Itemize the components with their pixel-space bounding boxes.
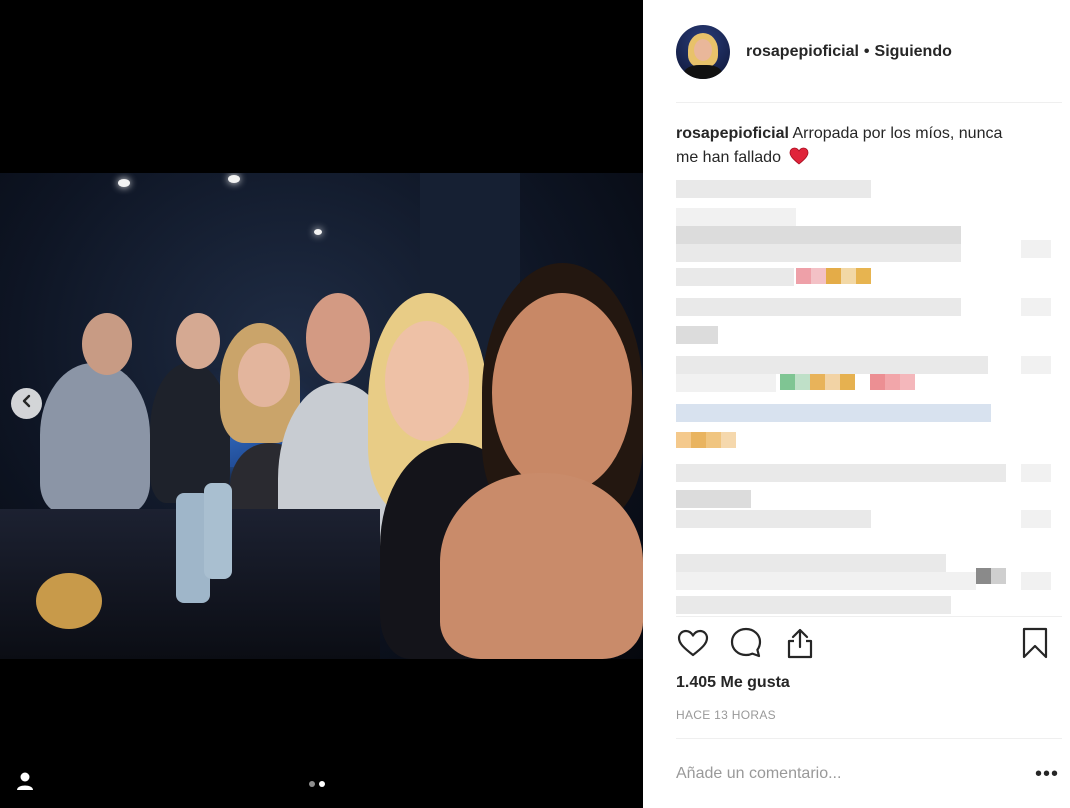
like-button[interactable]: [676, 628, 710, 662]
save-button[interactable]: [1018, 626, 1052, 665]
photo-person: [150, 363, 230, 503]
post-header: rosapepioficial • Siguiendo: [676, 24, 1062, 80]
photo-ceiling-light: [314, 229, 322, 235]
photo-ceiling-light: [118, 179, 130, 187]
carousel-prev-button[interactable]: [11, 388, 42, 419]
comment-divider: [676, 738, 1062, 739]
share-button[interactable]: [783, 628, 817, 662]
like-count[interactable]: 1.405 Me gusta: [676, 674, 790, 692]
comment-input[interactable]: [676, 765, 1032, 783]
photo-person-head: [306, 293, 370, 383]
photo-person-head: [238, 343, 290, 407]
post-timestamp[interactable]: HACE 13 HORAS: [676, 708, 776, 722]
blurred-comments: [676, 180, 1056, 616]
post-sidebar: rosapepioficial • Siguiendo rosapepioficia…: [643, 0, 1070, 808]
carousel-indicator: [309, 781, 325, 787]
comment-button[interactable]: [729, 626, 763, 665]
post-caption: rosapepioficial Arropada por los míos, n…: [676, 122, 1016, 170]
post-actions: [676, 626, 1052, 665]
header-divider: [676, 102, 1062, 103]
caption-username-link[interactable]: rosapepioficial: [676, 125, 789, 142]
comment-bubble-icon: [729, 626, 763, 665]
carousel-dot: [309, 781, 315, 787]
username-link[interactable]: rosapepioficial: [746, 43, 859, 60]
heart-outline-icon: [677, 628, 709, 663]
photo-person: [440, 473, 643, 659]
following-button[interactable]: Siguiendo: [875, 43, 952, 60]
photo-water-bottle: [204, 483, 232, 579]
bookmark-icon: [1021, 626, 1049, 665]
comment-form: •••: [676, 760, 1062, 788]
photo-person-head: [492, 293, 632, 493]
post-media[interactable]: [0, 0, 643, 808]
photo-ceiling-light: [228, 175, 240, 183]
red-heart-icon: [789, 147, 809, 165]
avatar[interactable]: [676, 25, 730, 79]
carousel-dot-active: [319, 781, 325, 787]
share-upload-icon: [785, 627, 815, 664]
photo-person: [40, 363, 150, 513]
photo-person-head: [176, 313, 220, 369]
more-options-button[interactable]: •••: [1032, 762, 1062, 786]
photo-person-head: [385, 321, 469, 441]
post-photo: [0, 173, 643, 659]
photo-person-head: [82, 313, 132, 375]
header-text: rosapepioficial • Siguiendo: [746, 43, 952, 61]
actions-divider: [676, 616, 1062, 617]
chevron-left-icon: [20, 394, 34, 413]
user-tag-icon[interactable]: [14, 770, 36, 792]
photo-glass: [36, 573, 102, 629]
header-separator: •: [863, 43, 870, 60]
